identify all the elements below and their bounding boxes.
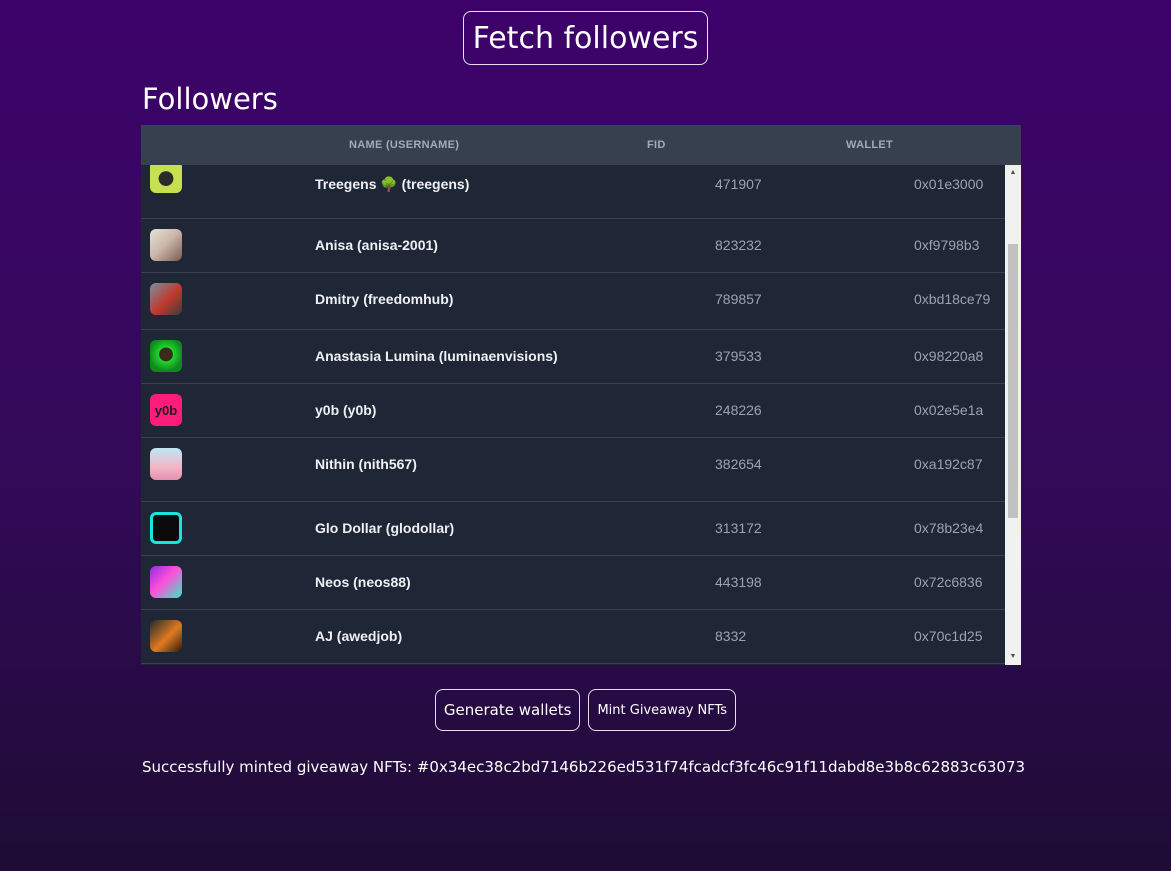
table-row[interactable]: Dmitry (freedomhub) 789857 0xbd18ce79 xyxy=(141,273,1005,330)
follower-name: Anisa (anisa-2001) xyxy=(315,237,438,253)
scroll-up-arrow-icon[interactable]: ▲ xyxy=(1005,165,1021,181)
scroll-down-arrow-icon[interactable]: ▼ xyxy=(1005,649,1021,665)
table-row[interactable]: Anisa (anisa-2001) 823232 0xf9798b3 xyxy=(141,219,1005,273)
page-title: Followers xyxy=(142,82,278,116)
follower-wallet: 0x70c1d25 xyxy=(914,628,983,644)
follower-name: Glo Dollar (glodollar) xyxy=(315,520,455,536)
follower-fid: 382654 xyxy=(715,456,762,472)
avatar-text: y0b xyxy=(154,402,178,418)
avatar xyxy=(150,340,182,372)
avatar: y0b xyxy=(150,394,182,426)
follower-name: Dmitry (freedomhub) xyxy=(315,291,454,307)
follower-name: Treegens 🌳 (treegens) xyxy=(315,176,470,192)
follower-name: y0b (y0b) xyxy=(315,402,377,418)
follower-fid: 379533 xyxy=(715,348,762,364)
table-body-viewport[interactable]: Treegens 🌳 (treegens) 471907 0x01e3000 Anis… xyxy=(141,165,1005,665)
column-header-name: NAME (USERNAME) xyxy=(349,139,460,151)
follower-wallet: 0xbd18ce79 xyxy=(914,291,991,307)
table-header: NAME (USERNAME) FID WALLET xyxy=(141,125,1021,165)
follower-wallet: 0xa192c87 xyxy=(914,456,983,472)
follower-fid: 823232 xyxy=(715,237,762,253)
avatar xyxy=(150,448,182,480)
follower-wallet: 0x72c6836 xyxy=(914,574,983,590)
avatar xyxy=(150,512,182,544)
follower-wallet: 0x98220a8 xyxy=(914,348,984,364)
follower-wallet: 0x01e3000 xyxy=(914,176,984,192)
follower-fid: 443198 xyxy=(715,574,762,590)
follower-fid: 789857 xyxy=(715,291,762,307)
follower-fid: 471907 xyxy=(715,176,762,192)
table-row[interactable]: Anastasia Lumina (luminaenvisions) 379533… xyxy=(141,330,1005,384)
table-scrollbar[interactable]: ▲ ▼ xyxy=(1005,165,1021,665)
mint-giveaway-nfts-button[interactable]: Mint Giveaway NFTs xyxy=(588,689,737,731)
table-row[interactable]: Treegens 🌳 (treegens) 471907 0x01e3000 xyxy=(141,165,1005,219)
top-bar: Fetch followers xyxy=(0,11,1171,65)
followers-table: NAME (USERNAME) FID WALLET Treegens 🌳 (t… xyxy=(141,125,1021,665)
table-row[interactable]: AJ (awedjob) 8332 0x70c1d25 xyxy=(141,610,1005,664)
avatar xyxy=(150,283,182,315)
table-row[interactable]: Tacos BBQ ribs (whateveruser)5016620xc75… xyxy=(141,664,1005,665)
generate-wallets-button[interactable]: Generate wallets xyxy=(434,689,581,731)
follower-name: AJ (awedjob) xyxy=(315,628,403,644)
follower-fid: 8332 xyxy=(715,628,747,644)
avatar xyxy=(150,165,182,193)
column-header-wallet: WALLET xyxy=(846,139,894,151)
fetch-followers-button[interactable]: Fetch followers xyxy=(462,11,709,65)
table-row[interactable]: Neos (neos88) 443198 0x72c6836 xyxy=(141,556,1005,610)
status-message: Successfully minted giveaway NFTs: #0x34… xyxy=(142,758,1026,776)
table-row[interactable]: y0b y0b (y0b) 248226 0x02e5e1a xyxy=(141,384,1005,438)
avatar xyxy=(150,229,182,261)
follower-name: Nithin (nith567) xyxy=(315,456,417,472)
follower-fid: 313172 xyxy=(715,520,762,536)
follower-name: Neos (neos88) xyxy=(315,574,411,590)
follower-name: Anastasia Lumina (luminaenvisions) xyxy=(315,348,558,364)
avatar xyxy=(150,566,182,598)
follower-wallet: 0xf9798b3 xyxy=(914,237,980,253)
avatar xyxy=(150,620,182,652)
follower-wallet: 0x78b23e4 xyxy=(914,520,984,536)
column-header-fid: FID xyxy=(647,139,666,151)
follower-wallet: 0x02e5e1a xyxy=(914,402,984,418)
scrollbar-thumb[interactable] xyxy=(1008,244,1018,518)
follower-fid: 248226 xyxy=(715,402,762,418)
action-bar: Generate wallets Mint Giveaway NFTs xyxy=(0,689,1171,731)
table-row[interactable]: Glo Dollar (glodollar) 313172 0x78b23e4 xyxy=(141,502,1005,556)
table-row[interactable]: Nithin (nith567) 382654 0xa192c87 xyxy=(141,438,1005,502)
table-body: Treegens 🌳 (treegens) 471907 0x01e3000 Anis… xyxy=(141,165,1005,665)
